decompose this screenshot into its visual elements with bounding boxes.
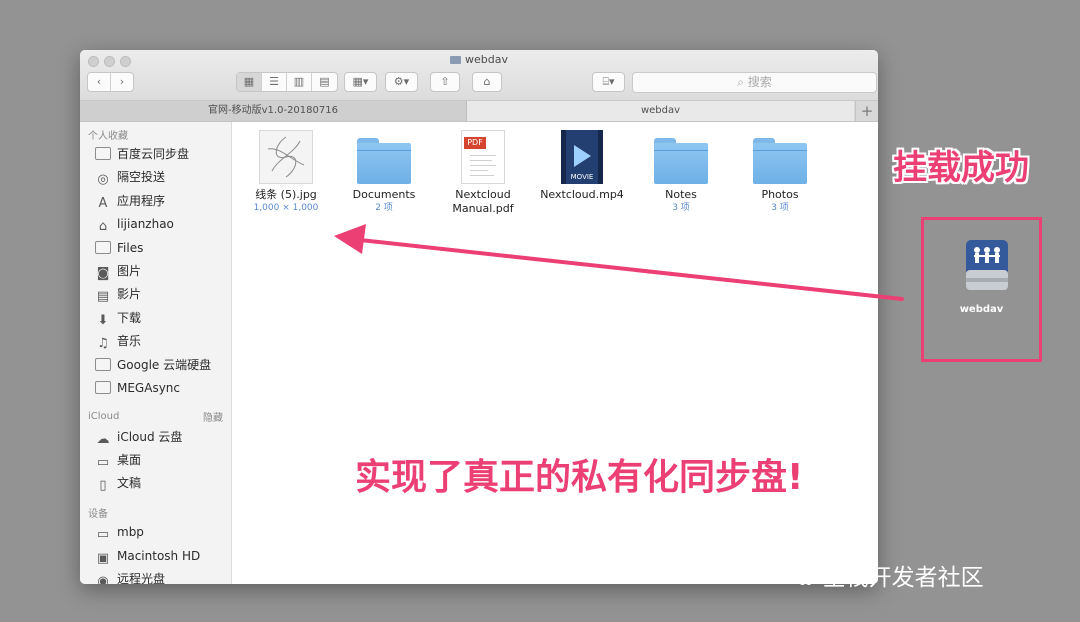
network-drive-icon[interactable]	[965, 238, 1009, 294]
wechat-icon: ❀	[796, 565, 823, 591]
watermark: ❀ 全栈开发者社区	[796, 565, 984, 591]
mount-success-label: 挂载成功	[893, 148, 1029, 188]
annotation-arrow	[334, 224, 904, 301]
desktop-drive-label: webdav	[959, 304, 1004, 315]
private-sync-label: 实现了真正的私有化同步盘!	[355, 457, 804, 498]
